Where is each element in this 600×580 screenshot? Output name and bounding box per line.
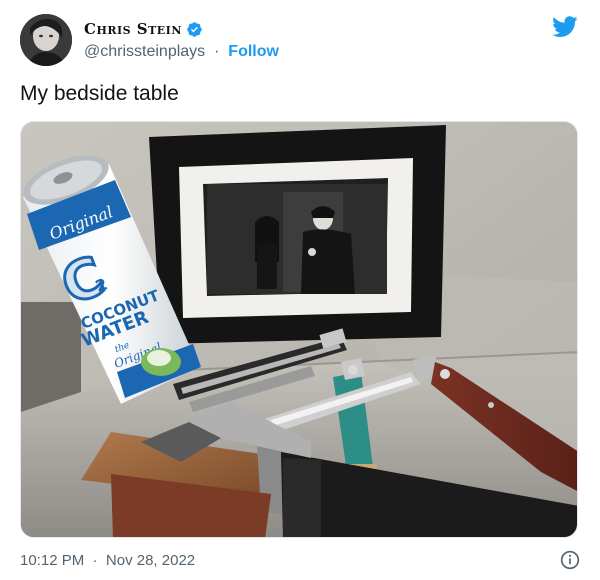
handle-separator: · xyxy=(209,43,224,60)
timestamp: 10:12 PM · Nov 28, 2022 xyxy=(20,552,195,569)
avatar[interactable] xyxy=(20,14,72,66)
twitter-bird-icon[interactable] xyxy=(552,16,578,38)
timestamp-time[interactable]: 10:12 PM xyxy=(20,552,84,569)
display-name[interactable]: Chris Stein xyxy=(84,20,182,38)
handle[interactable]: @chrissteinplays xyxy=(84,43,205,60)
picture-frame xyxy=(149,125,446,344)
follow-button[interactable]: Follow xyxy=(228,43,279,60)
tweet-photo[interactable]: Original C 2 COCONUT WATER the Original xyxy=(20,121,578,538)
author-name-row: Chris Stein xyxy=(84,20,203,38)
timestamp-date[interactable]: Nov 28, 2022 xyxy=(106,552,195,569)
timestamp-separator: · xyxy=(88,552,102,569)
info-icon[interactable] xyxy=(560,550,580,570)
verified-badge-icon xyxy=(186,21,203,38)
bedside-photo: Original C 2 COCONUT WATER the Original xyxy=(21,122,577,537)
avatar-image xyxy=(20,14,72,66)
handle-row: @chrissteinplays · Follow xyxy=(84,43,279,61)
tweet-text: My bedside table xyxy=(20,82,179,105)
tweet-card: Chris Stein @chrissteinplays · Follow My… xyxy=(0,0,600,580)
